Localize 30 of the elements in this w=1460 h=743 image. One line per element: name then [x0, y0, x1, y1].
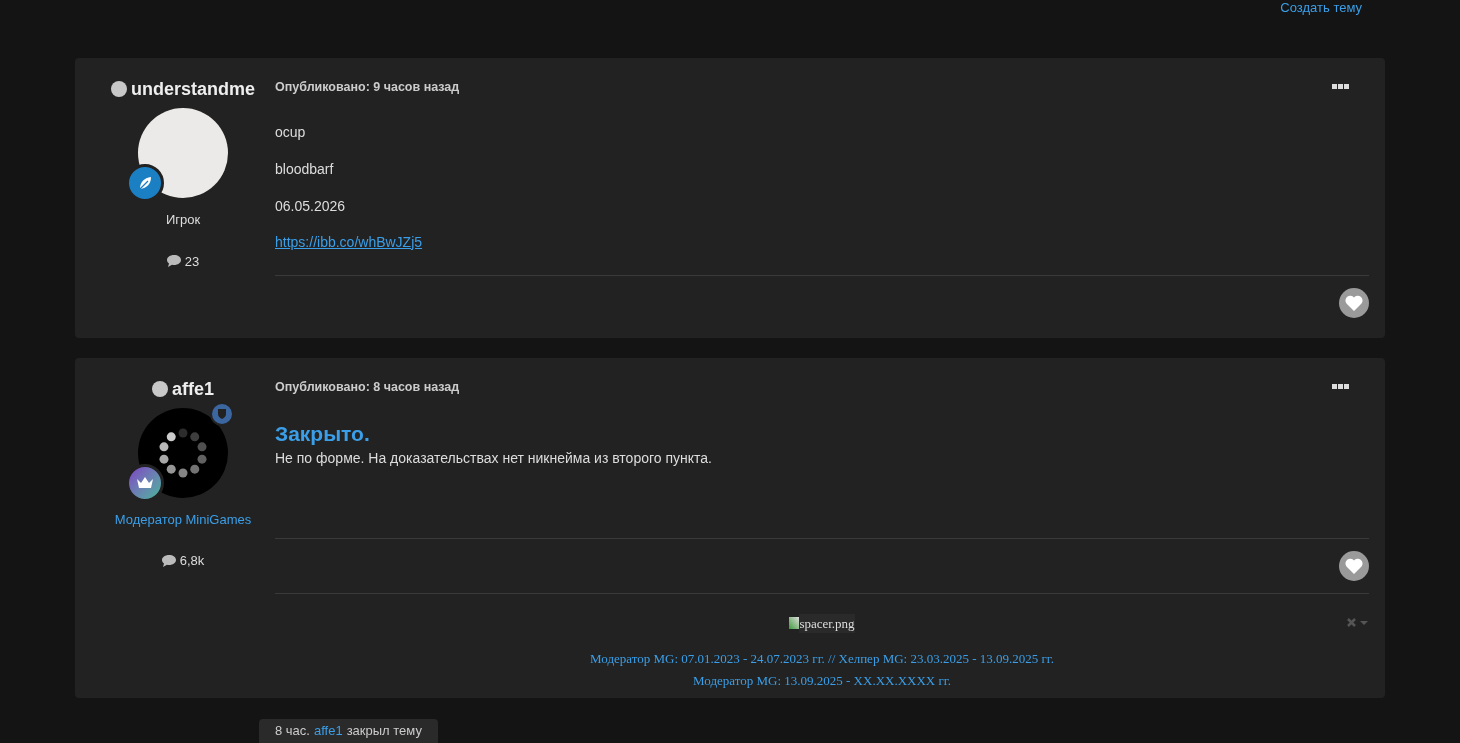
signature-text: Модератор MG: 07.01.2023 - 24.07.2023 гг. // Хелпер MG: 23.03.2025 - 13.09.2025 гг.: [590, 650, 1054, 668]
published-time: Опубликовано: 9 часов назад: [275, 79, 460, 96]
post-text: bloodbarf: [275, 159, 335, 179]
comment-icon: [161, 555, 176, 567]
event-time: 8 час.: [275, 722, 310, 740]
like-button[interactable]: [1339, 287, 1369, 318]
heart-icon: [1345, 557, 1363, 574]
event-user-link[interactable]: affe1: [313, 721, 343, 741]
heart-icon: [1345, 294, 1363, 311]
post-text: ocup: [275, 122, 307, 142]
user-role: Игрок: [165, 211, 201, 229]
post-count: 23: [184, 252, 200, 271]
like-button[interactable]: [1339, 550, 1369, 581]
more-options-icon[interactable]: [1332, 84, 1349, 91]
broken-image-icon: [789, 617, 800, 630]
post-text: Не по форме. На доказательствах нет никнейма из второго пункта.: [275, 448, 713, 468]
comment-icon: [166, 255, 181, 268]
more-options-icon[interactable]: [1332, 384, 1349, 391]
post-text: 06.05.2026: [275, 196, 347, 216]
post-heading: Закрыто.: [275, 420, 371, 447]
author-name[interactable]: understandme: [131, 78, 255, 100]
author-name[interactable]: affe1: [172, 377, 214, 400]
user-role[interactable]: Модератор MiniGames: [114, 509, 252, 530]
signature-text: Модератор MG: 13.09.2025 - XX.XX.XXXX гг.: [693, 671, 951, 690]
image-alt-text: spacer.png: [799, 613, 855, 633]
published-time: Опубликовано: 8 часов назад: [275, 378, 460, 396]
create-topic-link[interactable]: Создать тему: [1280, 0, 1362, 16]
post-count: 6,8k: [179, 552, 205, 571]
event-action: закрыл тему: [346, 722, 422, 740]
post-link[interactable]: https://ibb.co/whBwJZj5: [275, 231, 423, 253]
